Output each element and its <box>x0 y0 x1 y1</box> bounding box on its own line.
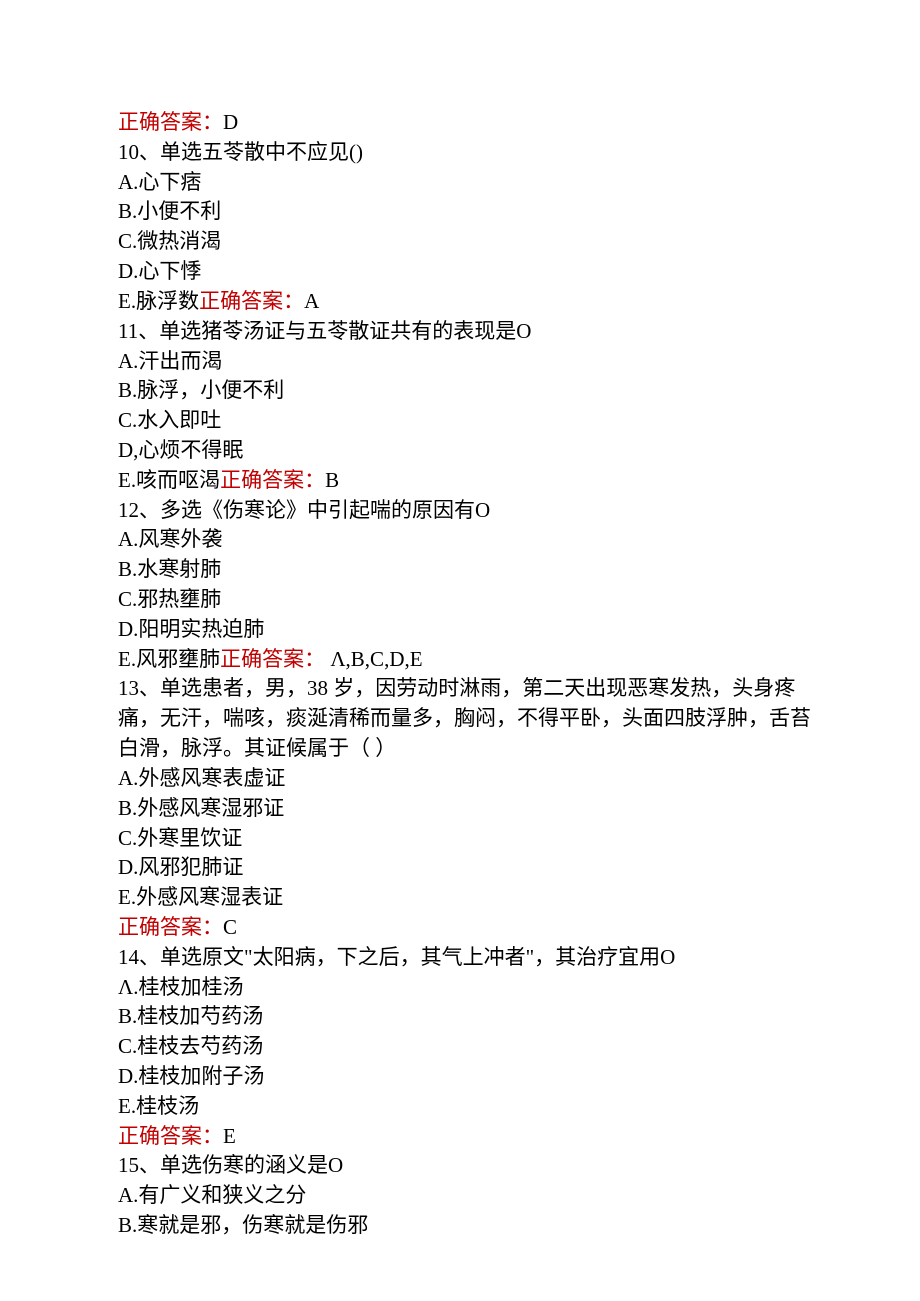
text-line: B.桂枝加芍药汤 <box>118 1002 830 1032</box>
text-segment: C.桂枝去芍药汤 <box>118 1034 263 1058</box>
text-segment: D.心下悸 <box>118 259 201 283</box>
text-line: B.外感风寒湿邪证 <box>118 794 830 824</box>
text-segment: D.桂枝加附子汤 <box>118 1064 264 1088</box>
text-segment: 15、单选伤寒的涵义是O <box>118 1153 343 1177</box>
text-line: B.水寒射肺 <box>118 555 830 585</box>
text-segment: B.脉浮，小便不利 <box>118 378 284 402</box>
text-line: D.阳明实热迫肺 <box>118 615 830 645</box>
answer-label: 正确答案： <box>118 915 223 939</box>
text-segment: D,心烦不得眠 <box>118 438 243 462</box>
text-line: B.小便不利 <box>118 197 830 227</box>
text-segment: A.汗出而渴 <box>118 349 222 373</box>
text-segment: E <box>223 1124 236 1148</box>
text-line: A.外感风寒表虚证 <box>118 764 830 794</box>
text-line: B.寒就是邪，伤寒就是伤邪 <box>118 1211 830 1241</box>
text-segment: C <box>223 915 237 939</box>
text-segment: 14、单选原文"太阳病，下之后，其气上冲者"，其治疗宜用O <box>118 945 675 969</box>
text-line: E.脉浮数正确答案：A <box>118 287 830 317</box>
text-segment: A.外感风寒表虚证 <box>118 766 285 790</box>
text-segment: D.风邪犯肺证 <box>118 855 243 879</box>
text-segment: E.风邪壅肺 <box>118 647 220 671</box>
text-line: D.桂枝加附子汤 <box>118 1062 830 1092</box>
text-segment: C.外寒里饮证 <box>118 826 242 850</box>
text-line: A.风寒外袭 <box>118 525 830 555</box>
text-line: D,心烦不得眠 <box>118 436 830 466</box>
text-segment: C.邪热壅肺 <box>118 587 221 611</box>
text-line: E.桂枝汤 <box>118 1092 830 1122</box>
text-segment: A.有广义和狭义之分 <box>118 1183 306 1207</box>
text-segment: A.风寒外袭 <box>118 527 222 551</box>
text-segment: B.寒就是邪，伤寒就是伤邪 <box>118 1213 368 1237</box>
text-segment: B.外感风寒湿邪证 <box>118 796 284 820</box>
text-segment: B.水寒射肺 <box>118 557 221 581</box>
text-line: 正确答案：D <box>118 108 830 138</box>
text-segment: Λ.桂枝加桂汤 <box>118 975 243 999</box>
text-segment: B.小便不利 <box>118 199 221 223</box>
text-line: 13、单选患者，男，38 岁，因劳动时淋雨，第二天出现恶寒发热，头身疼痛，无汗，… <box>118 674 830 763</box>
text-line: A.汗出而渴 <box>118 347 830 377</box>
text-line: 10、单选五苓散中不应见() <box>118 138 830 168</box>
text-line: E.咳而呕渴正确答案：B <box>118 466 830 496</box>
text-line: 正确答案：E <box>118 1122 830 1152</box>
text-line: C.邪热壅肺 <box>118 585 830 615</box>
answer-label: 正确答案： <box>220 647 325 671</box>
text-segment: E.桂枝汤 <box>118 1094 199 1118</box>
text-line: 正确答案：C <box>118 913 830 943</box>
text-segment: A <box>304 289 319 313</box>
text-segment: E.脉浮数 <box>118 289 199 313</box>
text-segment: C.水入即吐 <box>118 408 221 432</box>
text-segment: 12、多选《伤寒论》中引起喘的原因有O <box>118 498 490 522</box>
text-line: A.有广义和狭义之分 <box>118 1181 830 1211</box>
text-segment: Λ,B,C,D,E <box>325 647 422 671</box>
text-line: C.微热消渴 <box>118 227 830 257</box>
text-line: 11、单选猪苓汤证与五苓散证共有的表现是O <box>118 317 830 347</box>
text-segment: B.桂枝加芍药汤 <box>118 1004 263 1028</box>
text-line: C.水入即吐 <box>118 406 830 436</box>
answer-label: 正确答案： <box>220 468 325 492</box>
answer-label: 正确答案： <box>118 110 223 134</box>
text-segment: 10、单选五苓散中不应见() <box>118 140 363 164</box>
text-segment: 11、单选猪苓汤证与五苓散证共有的表现是O <box>118 319 531 343</box>
document-page: 正确答案：D10、单选五苓散中不应见()A.心下痞B.小便不利C.微热消渴D.心… <box>0 0 920 1301</box>
text-line: D.心下悸 <box>118 257 830 287</box>
text-line: Λ.桂枝加桂汤 <box>118 973 830 1003</box>
text-segment: 13、单选患者，男，38 岁，因劳动时淋雨，第二天出现恶寒发热，头身疼痛，无汗，… <box>118 676 811 760</box>
text-line: 15、单选伤寒的涵义是O <box>118 1151 830 1181</box>
text-segment: B <box>325 468 339 492</box>
text-segment: A.心下痞 <box>118 170 201 194</box>
text-line: C.桂枝去芍药汤 <box>118 1032 830 1062</box>
text-line: B.脉浮，小便不利 <box>118 376 830 406</box>
text-segment: D <box>223 110 238 134</box>
text-segment: E.外感风寒湿表证 <box>118 885 283 909</box>
answer-label: 正确答案： <box>199 289 304 313</box>
text-line: C.外寒里饮证 <box>118 824 830 854</box>
text-line: 12、多选《伤寒论》中引起喘的原因有O <box>118 496 830 526</box>
text-line: E.风邪壅肺正确答案： Λ,B,C,D,E <box>118 645 830 675</box>
text-line: A.心下痞 <box>118 168 830 198</box>
text-line: 14、单选原文"太阳病，下之后，其气上冲者"，其治疗宜用O <box>118 943 830 973</box>
text-line: D.风邪犯肺证 <box>118 853 830 883</box>
text-segment: D.阳明实热迫肺 <box>118 617 264 641</box>
text-line: E.外感风寒湿表证 <box>118 883 830 913</box>
text-segment: C.微热消渴 <box>118 229 221 253</box>
text-segment: E.咳而呕渴 <box>118 468 220 492</box>
answer-label: 正确答案： <box>118 1124 223 1148</box>
